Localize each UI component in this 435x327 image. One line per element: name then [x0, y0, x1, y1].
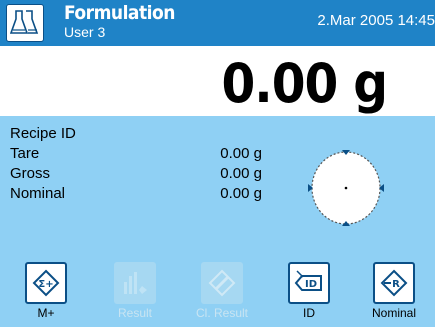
user-name[interactable]: User 3: [64, 24, 105, 40]
svg-text:R: R: [392, 279, 400, 290]
info-label-recipe-id: Recipe ID: [10, 125, 76, 142]
mplus-label: M+: [37, 306, 55, 320]
info-value-gross: 0.00 g: [220, 165, 262, 182]
nominal-icon: R: [380, 269, 408, 297]
info-labels: Recipe ID Tare Gross Nominal: [10, 124, 76, 204]
weight-value: 0.00 g: [221, 52, 388, 115]
id-tag-icon: ID: [294, 270, 322, 291]
svg-text:Σ+: Σ+: [38, 279, 53, 290]
weight-display: 0.00 g: [0, 46, 435, 116]
nominal-button[interactable]: R: [373, 262, 415, 304]
result-label: Result: [117, 306, 152, 320]
clear-result-label: Cl. Result: [195, 306, 248, 320]
result-icon: [124, 272, 147, 294]
sum-icon: Σ+: [32, 269, 60, 297]
result-button[interactable]: [114, 262, 156, 304]
id-button[interactable]: ID: [288, 262, 330, 304]
info-values: 0.00 g 0.00 g 0.00 g: [196, 144, 262, 204]
date-time[interactable]: 2.Mar 2005 14:45: [317, 12, 435, 29]
flask-icon: [10, 10, 39, 34]
info-label-gross: Gross: [10, 165, 51, 182]
app-button[interactable]: [6, 4, 44, 42]
header-bar: Formulation User 3 2.Mar 2005 14:45: [0, 0, 435, 46]
info-value-tare: 0.00 g: [220, 145, 262, 162]
nominal-label: Nominal: [371, 306, 416, 320]
mplus-button[interactable]: Σ+: [25, 262, 67, 304]
target-circle-icon: [296, 148, 396, 228]
svg-text:ID: ID: [305, 279, 317, 290]
info-value-nominal: 0.00 g: [220, 185, 262, 202]
clear-result-button[interactable]: [201, 262, 243, 304]
clear-result-icon: [208, 269, 236, 297]
app-title: Formulation: [64, 2, 175, 24]
info-label-tare: Tare: [10, 145, 40, 162]
id-label: ID: [303, 306, 315, 320]
info-label-nominal: Nominal: [10, 185, 66, 202]
